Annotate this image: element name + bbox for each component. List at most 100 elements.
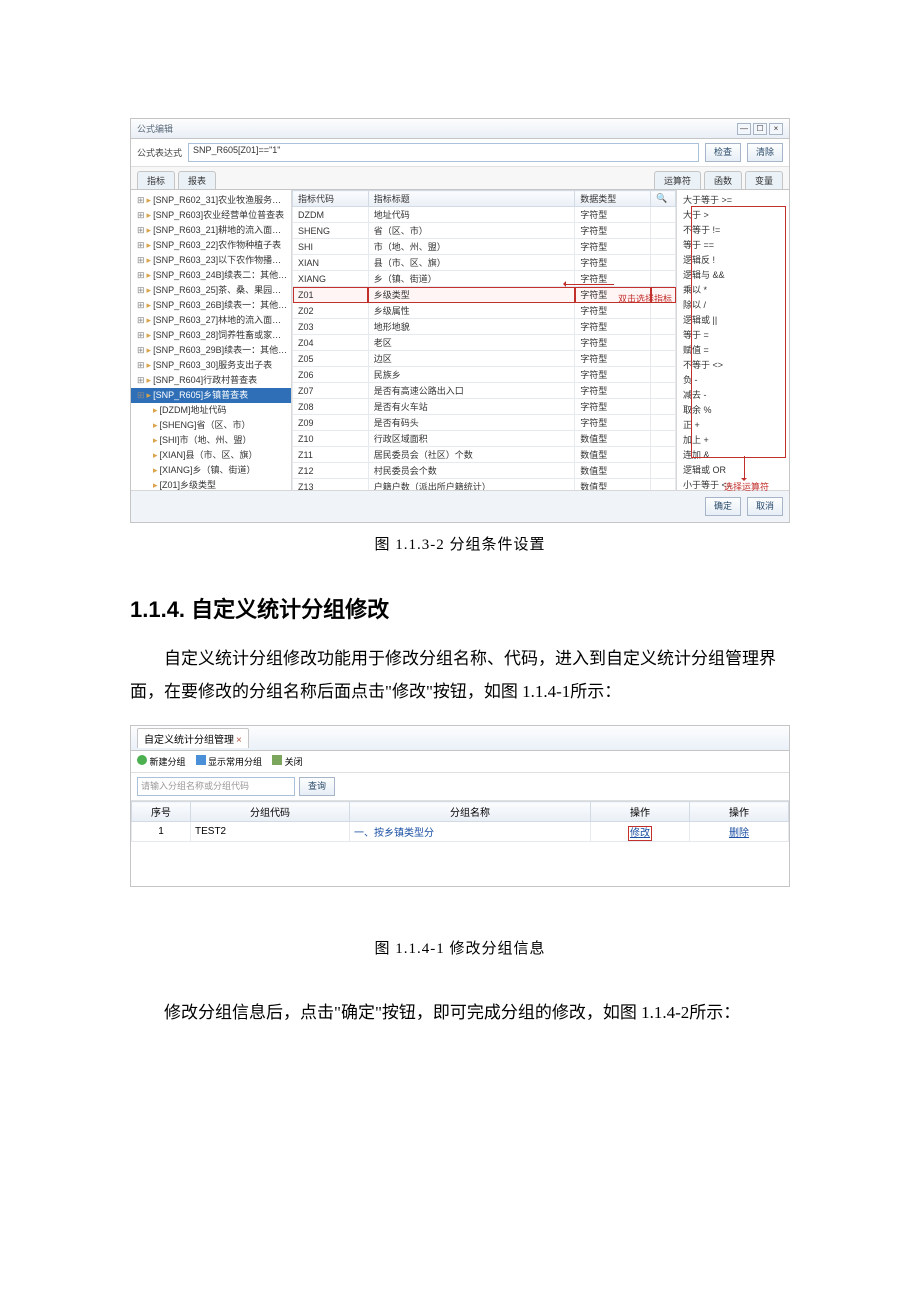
formula-editor-dialog: 公式编辑 — ☐ × 公式表达式 SNP_R605[Z01]=="1" 检查 清… xyxy=(130,118,790,523)
tab-function[interactable]: 函数 xyxy=(704,171,742,189)
grid-row[interactable]: SHENG省（区、市）字符型 xyxy=(293,223,676,239)
tree-item[interactable]: ⊞▸[SNP_R603_26B]续表一：其他园林 xyxy=(131,298,291,313)
close-icon[interactable]: × xyxy=(769,123,783,135)
tab-report[interactable]: 报表 xyxy=(178,171,216,189)
grid-row[interactable]: Z06民族乡字符型 xyxy=(293,367,676,383)
tree-item[interactable]: ⊞▸[SNP_R603_24B]续表二：其他作物 xyxy=(131,268,291,283)
operator-item[interactable]: 等于 = xyxy=(683,328,783,343)
grid-row[interactable]: Z05边区字符型 xyxy=(293,351,676,367)
operator-item[interactable]: 不等于 != xyxy=(683,223,783,238)
operator-list[interactable]: 大于等于 >=大于 >不等于 !=等于 ==逻辑反 !逻辑与 &&乘以 *除以 … xyxy=(676,190,789,490)
grid-row[interactable]: Z10行政区域面积数值型 xyxy=(293,431,676,447)
grid-row[interactable]: XIANG乡（镇、街道）字符型 xyxy=(293,271,676,287)
operator-item[interactable]: 负 - xyxy=(683,373,783,388)
check-button[interactable]: 检查 xyxy=(705,143,741,162)
grid-row[interactable]: XIAN县（市、区、旗）字符型 xyxy=(293,255,676,271)
operator-item[interactable]: 等于 == xyxy=(683,238,783,253)
tree-item[interactable]: ▸[SHI]市（地、州、盟） xyxy=(131,433,291,448)
operator-item[interactable]: 逻辑反 ! xyxy=(683,253,783,268)
col-no: 序号 xyxy=(132,802,191,822)
tree-item[interactable]: ⊞▸[SNP_R603_21]耕地的流入面积填充 xyxy=(131,223,291,238)
figure-caption-2: 图 1.1.4-1 修改分组信息 xyxy=(130,937,790,958)
grid-row[interactable]: Z09是否有码头字符型 xyxy=(293,415,676,431)
operator-item[interactable]: 赋值 = xyxy=(683,343,783,358)
show-common-button[interactable]: 显示常用分组 xyxy=(196,755,263,768)
tree-item[interactable]: ⊞▸[SNP_R602_31]农业牧渔服务业子表 xyxy=(131,193,291,208)
col-op1: 操作 xyxy=(591,802,690,822)
operator-item[interactable]: 正 + xyxy=(683,418,783,433)
operator-item[interactable]: 除以 / xyxy=(683,298,783,313)
tab-variable[interactable]: 变量 xyxy=(745,171,783,189)
operator-item[interactable]: 不等于 <> xyxy=(683,358,783,373)
operator-item[interactable]: 逻辑与 && xyxy=(683,268,783,283)
edit-link[interactable]: 修改 xyxy=(630,828,650,839)
tab-close-icon[interactable]: × xyxy=(236,735,242,746)
operator-item[interactable]: 大于 > xyxy=(683,208,783,223)
tree-item[interactable]: ⊞▸[SNP_R603_23]以下农作物播种面积 xyxy=(131,253,291,268)
operator-item[interactable]: 取余 % xyxy=(683,403,783,418)
operator-item[interactable]: 小于等于 <= xyxy=(683,478,783,490)
paragraph-2: 修改分组信息后，点击"确定"按钮，即可完成分组的修改，如图 1.1.4-2所示： xyxy=(130,996,790,1029)
tree-item[interactable]: ▸[Z01]乡级类型 xyxy=(131,478,291,490)
door-icon xyxy=(272,755,282,765)
figure-caption-1: 图 1.1.3-2 分组条件设置 xyxy=(130,533,790,554)
col-op2: 操作 xyxy=(690,802,789,822)
grid-row[interactable]: Z13户籍户数（派出所户籍统计）数值型 xyxy=(293,479,676,491)
search-button[interactable]: 查询 xyxy=(299,777,335,796)
panel-tab[interactable]: 自定义统计分组管理× xyxy=(137,728,249,748)
maximize-icon[interactable]: ☐ xyxy=(753,123,767,135)
operator-item[interactable]: 乘以 * xyxy=(683,283,783,298)
grid-row[interactable]: Z12村民委员会个数数值型 xyxy=(293,463,676,479)
paragraph-1: 自定义统计分组修改功能用于修改分组名称、代码，进入到自定义统计分组管理界面，在要… xyxy=(130,642,790,708)
operator-item[interactable]: 加上 + xyxy=(683,433,783,448)
tree-item[interactable]: ⊞▸[SNP_R605]乡镇普查表 xyxy=(131,388,291,403)
tree-item[interactable]: ▸[XIANG]乡（镇、街道） xyxy=(131,463,291,478)
tab-operator[interactable]: 运算符 xyxy=(654,171,701,189)
add-icon xyxy=(137,755,147,765)
grid-row[interactable]: Z04老区字符型 xyxy=(293,335,676,351)
minimize-icon[interactable]: — xyxy=(737,123,751,135)
operator-item[interactable]: 逻辑或 || xyxy=(683,313,783,328)
ok-button[interactable]: 确定 xyxy=(705,497,741,516)
grid-row[interactable]: Z03地形地貌字符型 xyxy=(293,319,676,335)
search-icon[interactable]: 🔍 xyxy=(651,191,676,207)
section-heading: 1.1.4. 自定义统计分组修改 xyxy=(130,592,790,624)
tree-item[interactable]: ⊞▸[SNP_R603]农业经营单位普查表 xyxy=(131,208,291,223)
tree-item[interactable]: ▸[SHENG]省（区、市） xyxy=(131,418,291,433)
clear-button[interactable]: 清除 xyxy=(747,143,783,162)
tree-item[interactable]: ▸[DZDM]地址代码 xyxy=(131,403,291,418)
list-icon xyxy=(196,755,206,765)
operator-item[interactable]: 逻辑或 OR xyxy=(683,463,783,478)
tab-indicator[interactable]: 指标 xyxy=(137,171,175,189)
grid-row[interactable]: Z07是否有高速公路出入口字符型 xyxy=(293,383,676,399)
grid-row[interactable]: SHI市（地、州、盟）字符型 xyxy=(293,239,676,255)
tree-item[interactable]: ⊞▸[SNP_R603_28]饲养牲畜或家禽子表 xyxy=(131,328,291,343)
table-row: 1 TEST2 一、按乡镇类型分 修改 删除 xyxy=(132,822,789,842)
delete-link[interactable]: 删除 xyxy=(729,828,749,839)
close-panel-button[interactable]: 关闭 xyxy=(272,755,303,768)
group-management-panel: 自定义统计分组管理× 新建分组 显示常用分组 关闭 请输入分组名称或分组代码 查… xyxy=(130,725,790,887)
operator-item[interactable]: 大于等于 >= xyxy=(683,193,783,208)
col-name: 分组名称 xyxy=(350,802,591,822)
tree-item[interactable]: ▸[XIAN]县（市、区、旗） xyxy=(131,448,291,463)
tree-item[interactable]: ⊞▸[SNP_R603_25]茶、桑、果园及食用 xyxy=(131,283,291,298)
grid-row[interactable]: DZDM地址代码字符型 xyxy=(293,207,676,223)
tree-item[interactable]: ⊞▸[SNP_R603_22]农作物种植子表 xyxy=(131,238,291,253)
grid-row[interactable]: Z08是否有火车站字符型 xyxy=(293,399,676,415)
search-input[interactable]: 请输入分组名称或分组代码 xyxy=(137,777,295,796)
cancel-button[interactable]: 取消 xyxy=(747,497,783,516)
dialog-title: 公式编辑 xyxy=(137,122,737,135)
grid-row[interactable]: Z02乡级属性字符型 xyxy=(293,303,676,319)
operator-item[interactable]: 连加 & xyxy=(683,448,783,463)
expr-input[interactable]: SNP_R605[Z01]=="1" xyxy=(188,143,699,162)
tree-item[interactable]: ⊞▸[SNP_R604]行政村普查表 xyxy=(131,373,291,388)
tree-item[interactable]: ⊞▸[SNP_R603_27]林地的流入面积填充 xyxy=(131,313,291,328)
tree-item[interactable]: ⊞▸[SNP_R603_30]服务支出子表 xyxy=(131,358,291,373)
report-tree[interactable]: ⊞▸[SNP_R602_31]农业牧渔服务业子表⊞▸[SNP_R603]农业经营… xyxy=(131,190,292,490)
grid-row[interactable]: Z01乡级类型字符型 xyxy=(293,287,676,303)
grid-row[interactable]: Z11居民委员会（社区）个数数值型 xyxy=(293,447,676,463)
operator-item[interactable]: 减去 - xyxy=(683,388,783,403)
tree-item[interactable]: ⊞▸[SNP_R603_29B]续表一：其他畜禽 xyxy=(131,343,291,358)
new-group-button[interactable]: 新建分组 xyxy=(137,755,186,768)
col-code: 分组代码 xyxy=(191,802,350,822)
